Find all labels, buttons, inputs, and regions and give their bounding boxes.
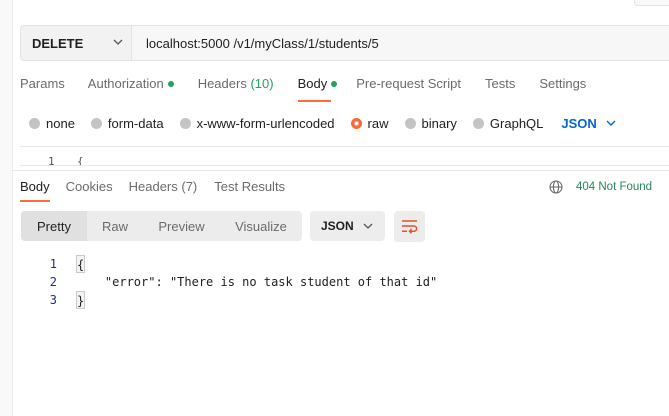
json-value: "There is no task student of that id" [169,275,438,289]
view-visualize-button[interactable]: Visualize [220,211,302,241]
tab-body[interactable]: Body [297,76,338,102]
headers-count: (10) [250,76,274,91]
radio-label: GraphQL [489,115,544,131]
radio-icon [472,117,484,129]
wrap-lines-button[interactable] [394,211,425,242]
tab-params[interactable]: Params [20,76,65,102]
code-line: 1 { [20,255,437,273]
view-label: Pretty [37,218,71,234]
line-number: 1 [49,257,57,271]
tab-cookies[interactable]: Cookies [66,179,113,203]
response-tabs: Body Cookies Headers (7) Test Results [20,179,285,203]
globe-icon [549,180,563,194]
radio-selected-icon [350,117,362,129]
code-line: 2 "error": "There is no task student of … [20,273,437,291]
chevron-down-icon [113,39,123,45]
radio-icon [29,117,40,129]
body-type-options: none form-data x-www-form-urlencoded raw… [29,114,616,132]
radio-binary[interactable]: binary [404,115,457,131]
view-pretty-button[interactable]: Pretty [21,211,87,241]
request-url-bar: DELETE localhost:5000 /v1/myClass/1/stud… [20,25,669,61]
request-body-editor[interactable]: 1 { [20,146,669,166]
response-format-label: JSON [321,219,354,233]
radio-form-data[interactable]: form-data [90,115,164,131]
tab-settings[interactable]: Settings [539,76,586,102]
open-brace: { [76,255,86,273]
view-mode-segment: Pretty Raw Preview Visualize [21,211,302,241]
line-number: 3 [49,293,57,307]
view-label: Raw [101,218,128,234]
response-format-select[interactable]: JSON [310,211,385,241]
line-number: 2 [49,275,57,289]
radio-label: raw [367,115,389,131]
status-text: 404 Not Found [576,181,653,193]
request-tabs: Params Authorization Headers (10) Body P… [20,76,586,102]
divider [12,170,669,171]
close-brace: } [76,291,86,309]
tab-label: Body [297,76,328,91]
editor-line-number: 1 [48,155,55,166]
response-body-viewer[interactable]: 1 { 2 "error": "There is no task student… [20,255,437,309]
tab-label: Tests [484,76,516,91]
radio-x-www-form-urlencoded[interactable]: x-www-form-urlencoded [179,115,335,131]
tab-label: Headers (7) [128,179,198,194]
tab-label: Authorization [87,76,164,91]
tab-response-headers[interactable]: Headers (7) [129,179,198,203]
tab-label: Test Results [214,179,286,194]
editor-text: { [77,155,84,166]
radio-none[interactable]: none [29,116,75,131]
radio-graphql[interactable]: GraphQL [472,115,544,131]
radio-icon [90,117,102,129]
radio-label: none [46,115,75,131]
sidebar-edge [0,0,13,416]
status-dot-icon [331,80,338,87]
radio-raw[interactable]: raw [350,115,389,131]
tab-label: Cookies [65,179,113,194]
wrap-lines-icon [402,220,418,234]
body-format-label: JSON [561,115,597,131]
code-line: 3 } [20,291,437,309]
tab-label: Settings [539,76,587,91]
method-select[interactable]: DELETE [20,25,132,61]
tab-test-results[interactable]: Test Results [214,179,285,203]
tab-headers[interactable]: Headers (10) [198,76,274,102]
radio-label: binary [421,115,457,131]
view-label: Visualize [235,218,287,234]
json-key: "error" [104,275,156,289]
radio-label: form-data [107,115,164,131]
radio-label: x-www-form-urlencoded [196,115,335,131]
tab-label: Params [20,76,65,91]
tab-response-body[interactable]: Body [20,179,50,203]
status-dot-icon [167,80,174,87]
chevron-down-icon [363,223,373,229]
body-format-select[interactable]: JSON [561,115,616,131]
view-raw-button[interactable]: Raw [87,211,143,241]
window-tab-edge [634,0,669,6]
tab-pre-request-script[interactable]: Pre-request Script [356,76,461,102]
tab-label: Headers [197,76,247,91]
method-label: DELETE [32,35,84,51]
tab-authorization[interactable]: Authorization [88,76,174,102]
response-status[interactable]: 404 Not Found [549,180,652,194]
tab-tests[interactable]: Tests [485,76,515,102]
radio-icon [179,117,191,129]
json-colon: : [155,275,170,289]
tab-label: Body [20,179,50,194]
chevron-down-icon [606,120,616,126]
url-input[interactable]: localhost:5000 /v1/myClass/1/students/5 [132,25,669,61]
view-label: Preview [158,218,205,234]
view-preview-button[interactable]: Preview [143,211,220,241]
radio-icon [404,117,416,129]
tab-label: Pre-request Script [356,76,461,91]
